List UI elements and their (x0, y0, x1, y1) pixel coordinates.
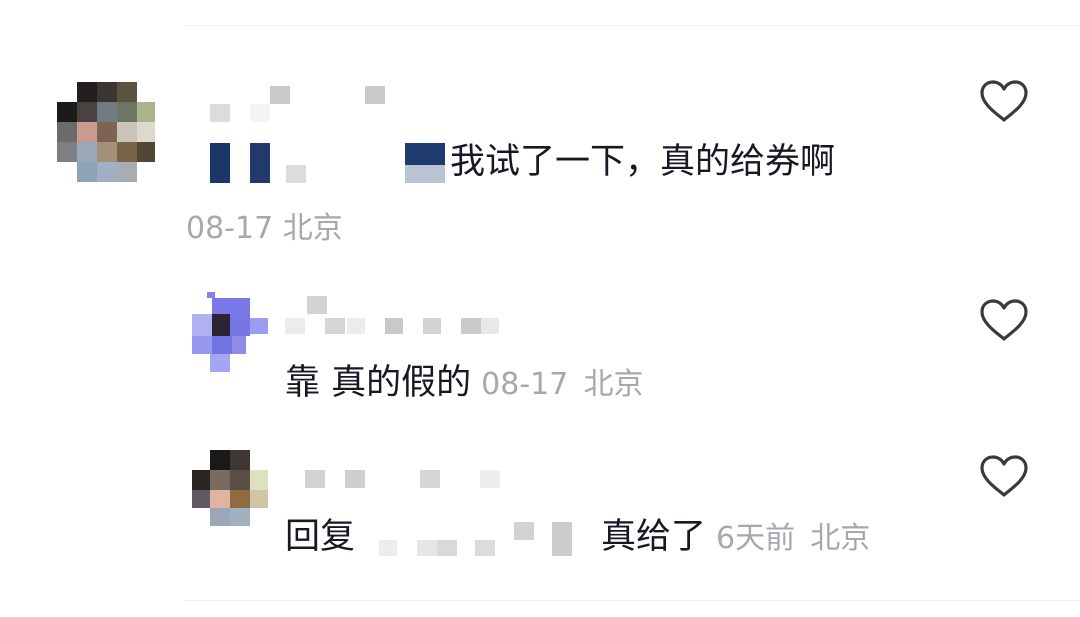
reply2-line: 回复 真给了 6天前 北京 (285, 515, 870, 561)
comment-location: 北京 (282, 211, 343, 246)
heart-outline-icon (980, 455, 1028, 497)
commenter-name-redacted[interactable] (210, 86, 390, 126)
heart-outline-icon (980, 80, 1028, 122)
comment-date: 08-17 (186, 211, 274, 246)
reply1-location: 北京 (583, 367, 644, 402)
reply1-line: 靠 真的假的 08-17 北京 (285, 361, 643, 407)
like-button[interactable] (978, 78, 1030, 124)
like-button[interactable] (978, 453, 1030, 499)
reply1-date: 08-17 (481, 367, 569, 402)
reply2-avatar[interactable] (192, 450, 270, 528)
bottom-divider (184, 600, 1080, 601)
reply1-text: 靠 真的假的 (285, 363, 472, 403)
heart-outline-icon (980, 299, 1028, 341)
reply2-location: 北京 (810, 521, 871, 556)
commenter-avatar[interactable] (57, 82, 155, 182)
reply2-mention-redacted[interactable] (359, 518, 597, 558)
reply2-time: 6天前 (716, 521, 796, 556)
reply2-name-redacted[interactable] (305, 470, 505, 492)
reply2-text: 真给了 (601, 517, 707, 557)
comment-thread: 我试了一下，真的给券啊 08-17 北京 靠 真的假的 08-17 北京 回复 … (0, 0, 1080, 617)
top-divider (184, 25, 1080, 26)
reply1-avatar[interactable] (192, 292, 272, 374)
comment-meta: 08-17 北京 (186, 211, 343, 247)
comment-redacted-prefix (210, 143, 445, 183)
reply1-name-redacted[interactable] (285, 296, 500, 336)
comment-text: 我试了一下，真的给券啊 (450, 142, 836, 182)
reply2-prefix: 回复 (285, 517, 356, 557)
like-button[interactable] (978, 297, 1030, 343)
